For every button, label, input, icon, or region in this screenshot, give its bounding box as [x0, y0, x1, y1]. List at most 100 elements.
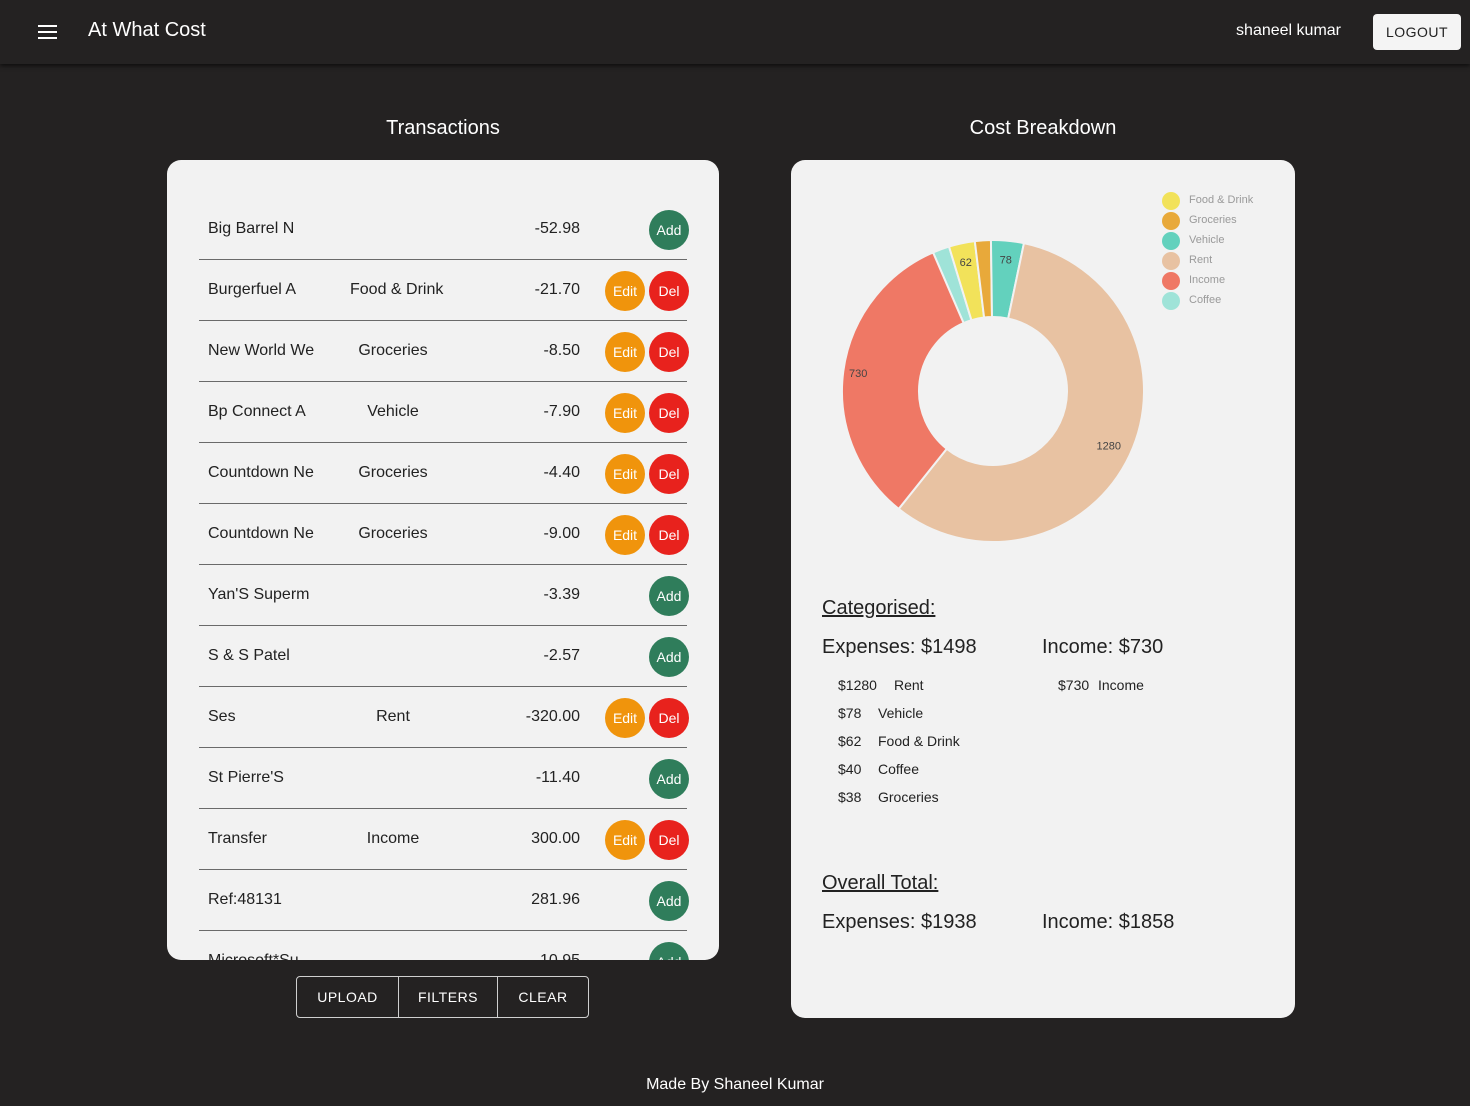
transaction-row: Ref:48131 281.96 Add: [199, 870, 689, 931]
edit-button[interactable]: Edit: [605, 454, 645, 494]
categorised-income: Income: $730: [1042, 636, 1164, 658]
add-button[interactable]: Add: [649, 210, 689, 250]
add-button[interactable]: Add: [649, 881, 689, 921]
transaction-name: Ses: [208, 708, 236, 725]
transaction-row: Countdown Ne Groceries -4.40 Edit Del: [199, 443, 689, 504]
transaction-amount: -2.57: [543, 647, 580, 664]
donut-data-label: 730: [849, 368, 867, 380]
del-button[interactable]: Del: [649, 820, 689, 860]
del-button[interactable]: Del: [649, 515, 689, 555]
breakdown-label: Vehicle: [878, 705, 924, 721]
transaction-amount: -4.40: [543, 464, 580, 481]
legend-swatch: [1162, 212, 1180, 230]
transaction-category: Groceries: [358, 464, 428, 481]
transaction-row: Ses Rent -320.00 Edit Del: [199, 687, 689, 748]
breakdown-amount: $1280: [838, 677, 877, 693]
edit-button[interactable]: Edit: [605, 271, 645, 311]
legend-label: Coffee: [1189, 294, 1222, 306]
transaction-category: Income: [366, 830, 420, 847]
transaction-name: Ref:48131: [208, 891, 282, 908]
breakdown-amount: $40: [838, 761, 862, 777]
transaction-amount: 300.00: [531, 830, 580, 847]
user-name: shaneel kumar: [1236, 22, 1341, 39]
transaction-name: Big Barrel N: [208, 220, 295, 237]
legend-label: Vehicle: [1189, 234, 1225, 246]
add-button[interactable]: Add: [649, 576, 689, 616]
transaction-category: Groceries: [358, 342, 428, 359]
legend-swatch: [1162, 192, 1180, 210]
overall-expenses: Expenses: $1938: [822, 911, 977, 933]
add-button[interactable]: Add: [649, 942, 689, 960]
del-button[interactable]: Del: [649, 454, 689, 494]
overall-total-heading: Overall Total:: [822, 872, 939, 894]
legend-swatch: [1162, 232, 1180, 250]
categorised-heading: Categorised:: [822, 597, 936, 619]
edit-button[interactable]: Edit: [605, 515, 645, 555]
transaction-amount: -7.90: [543, 403, 580, 420]
legend-label: Food & Drink: [1189, 194, 1254, 206]
legend-label: Rent: [1189, 254, 1213, 266]
transaction-category: Food & Drink: [350, 281, 444, 298]
transaction-row: Big Barrel N -52.98 Add: [199, 199, 689, 260]
transactions-card[interactable]: Big Barrel N -52.98 Add Burgerfuel A Food & …: [167, 160, 719, 960]
app-title: At What Cost: [88, 19, 206, 41]
transaction-amount: -10.95: [535, 952, 580, 960]
transaction-amount: -9.00: [543, 525, 580, 542]
del-button[interactable]: Del: [649, 698, 689, 738]
del-button[interactable]: Del: [649, 393, 689, 433]
transactions-list: Big Barrel N -52.98 Add Burgerfuel A Food & …: [199, 199, 689, 960]
clear-button[interactable]: CLEAR: [498, 977, 588, 1017]
cost-donut-chart: 62 78 1280 730: [841, 239, 1145, 543]
transaction-row: Countdown Ne Groceries -9.00 Edit Del: [199, 504, 689, 565]
upload-button[interactable]: UPLOAD: [297, 977, 399, 1017]
del-button[interactable]: Del: [649, 332, 689, 372]
legend-swatch: [1162, 252, 1180, 270]
transaction-row: New World We Groceries -8.50 Edit Del: [199, 321, 689, 382]
transaction-row: S & S Patel -2.57 Add: [199, 626, 689, 687]
logout-button[interactable]: LOGOUT: [1373, 14, 1461, 50]
edit-button[interactable]: Edit: [605, 698, 645, 738]
overall-income: Income: $1858: [1042, 911, 1175, 933]
legend-swatch: [1162, 272, 1180, 290]
transaction-row: Yan'S Superm -3.39 Add: [199, 565, 689, 626]
breakdown-label: Income: [1098, 677, 1144, 693]
transaction-amount: -21.70: [534, 281, 580, 298]
breakdown-label: Coffee: [878, 761, 919, 777]
transaction-amount: -3.39: [543, 586, 580, 603]
breakdown-label: Groceries: [878, 789, 939, 805]
legend-label: Groceries: [1189, 214, 1237, 226]
breakdown-amount: $78: [838, 705, 862, 721]
filters-button[interactable]: FILTERS: [399, 977, 498, 1017]
transaction-name: Countdown Ne: [208, 464, 314, 481]
transaction-category: Rent: [376, 708, 410, 725]
cost-breakdown-title: Cost Breakdown: [969, 117, 1117, 139]
transaction-name: Bp Connect A: [208, 403, 306, 420]
donut-data-label: 1280: [1097, 441, 1121, 453]
del-button[interactable]: Del: [649, 271, 689, 311]
edit-button[interactable]: Edit: [605, 820, 645, 860]
transaction-row: Burgerfuel A Food & Drink -21.70 Edit Del: [199, 260, 689, 321]
app-bar: At What Cost shaneel kumar LOGOUT: [0, 0, 1470, 64]
add-button[interactable]: Add: [649, 759, 689, 799]
edit-button[interactable]: Edit: [605, 393, 645, 433]
transaction-row: Microsoft*Su -10.95 Add: [199, 931, 689, 960]
menu-icon[interactable]: [32, 20, 64, 44]
transaction-name: St Pierre'S: [208, 769, 284, 786]
add-button[interactable]: Add: [649, 637, 689, 677]
legend-swatch: [1162, 292, 1180, 310]
transaction-category: Groceries: [358, 525, 428, 542]
transaction-category: Vehicle: [367, 403, 419, 420]
transaction-name: Countdown Ne: [208, 525, 314, 542]
legend-label: Income: [1189, 274, 1226, 286]
transaction-row: St Pierre'S -11.40 Add: [199, 748, 689, 809]
breakdown-label: Rent: [894, 677, 924, 693]
categorised-expenses: Expenses: $1498: [822, 636, 977, 658]
transactions-button-group: UPLOAD FILTERS CLEAR: [296, 976, 589, 1018]
transaction-row: Transfer Income 300.00 Edit Del: [199, 809, 689, 870]
transaction-amount: -320.00: [525, 708, 580, 725]
footer-credit: Made By Shaneel Kumar: [646, 1076, 824, 1093]
donut-data-label: 62: [960, 257, 972, 269]
transaction-row: Bp Connect A Vehicle -7.90 Edit Del: [199, 382, 689, 443]
edit-button[interactable]: Edit: [605, 332, 645, 372]
transaction-name: Microsoft*Su: [208, 952, 299, 960]
